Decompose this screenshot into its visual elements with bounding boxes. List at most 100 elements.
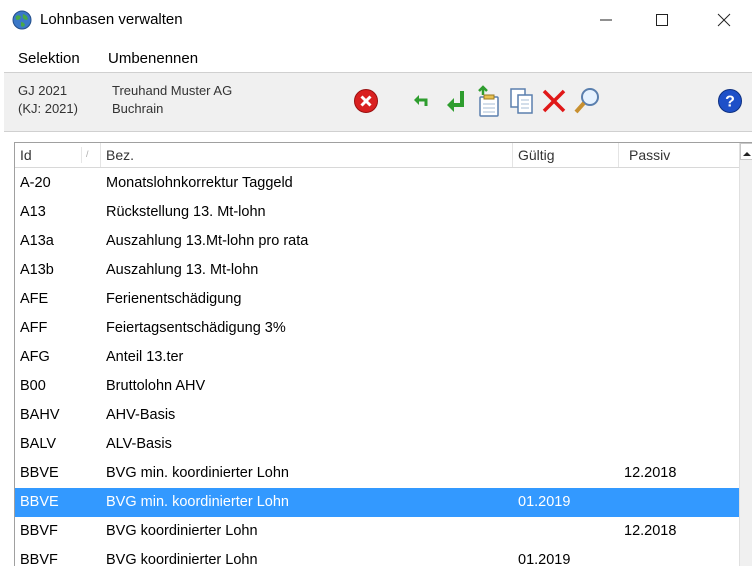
scroll-up-arrow-icon: [743, 144, 751, 160]
table-row[interactable]: BBVF BVG koordinierter Lohn 01.2019: [15, 546, 739, 566]
cell-passiv: [624, 430, 734, 459]
company-city: Buchrain: [112, 101, 164, 116]
cell-bez: ALV-Basis: [106, 436, 172, 452]
cell-gueltig: 01.2019: [518, 552, 571, 566]
vertical-scrollbar[interactable]: [739, 143, 752, 566]
cell-gueltig: [518, 430, 618, 459]
table-row[interactable]: BALV ALV-Basis: [15, 430, 739, 459]
delete-icon: [540, 87, 568, 115]
cell-passiv: [624, 488, 734, 517]
toolbar: GJ 2021 (KJ: 2021) Treuhand Muster AG Bu…: [4, 72, 752, 132]
cell-gueltig: [518, 459, 618, 488]
cancel-icon: [353, 88, 379, 114]
cell-id: AFE: [20, 291, 49, 307]
undo-icon: [410, 90, 432, 112]
maximize-button[interactable]: [634, 0, 690, 40]
help-button[interactable]: ?: [713, 83, 747, 119]
cell-passiv: [624, 314, 734, 343]
cell-bez: Auszahlung 13.Mt-lohn pro rata: [106, 233, 309, 249]
cell-id: BALV: [20, 436, 57, 452]
column-header-passiv[interactable]: Passiv: [619, 143, 739, 167]
table-row[interactable]: A13 Rückstellung 13. Mt-lohn: [15, 198, 739, 227]
cell-passiv: 12.2018: [624, 465, 677, 481]
table-row[interactable]: BBVF BVG koordinierter Lohn 12.2018: [15, 517, 739, 546]
cell-passiv: [624, 227, 734, 256]
table-row[interactable]: AFE Ferienentschädigung: [15, 285, 739, 314]
search-button[interactable]: [570, 83, 604, 119]
table-row[interactable]: BBVE BVG min. koordinierter Lohn 12.2018: [15, 459, 739, 488]
cell-bez: Auszahlung 13. Mt-lohn: [106, 262, 259, 278]
cell-gueltig: [518, 517, 618, 546]
table-row[interactable]: AFF Feiertagsentschädigung 3%: [15, 314, 739, 343]
cell-id: BBVF: [20, 523, 58, 539]
cell-bez: Ferienentschädigung: [106, 291, 242, 307]
lohnbasen-table: Id / Bez. Gültig Passiv A-20 Monatslohnko…: [14, 142, 752, 566]
title-bar: Lohnbasen verwalten: [0, 0, 752, 40]
cell-bez: BVG min. koordinierter Lohn: [106, 465, 289, 481]
cell-passiv: [624, 285, 734, 314]
svg-text:?: ?: [725, 94, 735, 111]
cell-id: A13b: [20, 262, 54, 278]
cell-gueltig: [518, 256, 618, 285]
scroll-up-button[interactable]: [740, 143, 752, 160]
window-title: Lohnbasen verwalten: [40, 11, 183, 28]
cell-gueltig: [518, 227, 618, 256]
column-header-gueltig[interactable]: Gültig: [513, 143, 619, 167]
cell-id: A13: [20, 204, 46, 220]
cell-passiv: [624, 343, 734, 372]
company-name: Treuhand Muster AG: [112, 83, 233, 98]
cell-passiv: [624, 169, 734, 198]
cell-passiv: [624, 401, 734, 430]
new-document-button[interactable]: [472, 83, 506, 119]
maximize-icon: [655, 13, 669, 27]
cell-bez: BVG min. koordinierter Lohn: [106, 494, 289, 510]
minimize-button[interactable]: [578, 0, 634, 40]
delete-button[interactable]: [537, 83, 571, 119]
menu-item-selektion[interactable]: Selektion: [18, 50, 80, 67]
minimize-icon: [599, 13, 613, 27]
close-icon: [717, 13, 731, 27]
cell-gueltig: [518, 401, 618, 430]
column-header-bez[interactable]: Bez.: [101, 143, 513, 167]
cell-bez: Anteil 13.ter: [106, 349, 184, 365]
calendar-year-label: (KJ: 2021): [18, 101, 78, 116]
cell-gueltig: [518, 343, 618, 372]
cell-id: BAHV: [20, 407, 60, 423]
cell-bez: Rückstellung 13. Mt-lohn: [106, 204, 266, 220]
search-icon: [572, 86, 602, 116]
table-row[interactable]: A13b Auszahlung 13. Mt-lohn: [15, 256, 739, 285]
cell-passiv: 12.2018: [624, 523, 677, 539]
cell-passiv: [624, 372, 734, 401]
cell-id: BBVE: [20, 494, 59, 510]
table-row[interactable]: A13a Auszahlung 13.Mt-lohn pro rata: [15, 227, 739, 256]
cell-gueltig: [518, 372, 618, 401]
fiscal-year-label: GJ 2021: [18, 83, 68, 98]
cell-bez: Monatslohnkorrektur Taggeld: [106, 175, 293, 191]
table-row[interactable]: BAHV AHV-Basis: [15, 401, 739, 430]
table-header: Id / Bez. Gültig Passiv: [15, 143, 739, 168]
help-icon: ?: [717, 88, 743, 114]
copy-icon: [507, 86, 535, 116]
enter-button[interactable]: [439, 83, 473, 119]
undo-button[interactable]: [404, 83, 438, 119]
menu-bar: Selektion Umbenennen: [0, 44, 752, 72]
cell-id: B00: [20, 378, 46, 394]
table-row[interactable]: AFG Anteil 13.ter: [15, 343, 739, 372]
cell-id: A-20: [20, 175, 51, 191]
cell-id: AFG: [20, 349, 50, 365]
cell-bez: Feiertagsentschädigung 3%: [106, 320, 286, 336]
menu-item-umbenennen[interactable]: Umbenennen: [108, 50, 198, 67]
table-body: A-20 Monatslohnkorrektur Taggeld A13 Rückst…: [15, 169, 739, 566]
cell-id: AFF: [20, 320, 48, 336]
cell-gueltig: 01.2019: [518, 494, 571, 510]
cell-gueltig: [518, 314, 618, 343]
table-row[interactable]: BBVE BVG min. koordinierter Lohn 01.2019: [15, 488, 739, 517]
copy-button[interactable]: [504, 83, 538, 119]
close-button[interactable]: [696, 0, 752, 40]
cell-gueltig: [518, 285, 618, 314]
table-row[interactable]: A-20 Monatslohnkorrektur Taggeld: [15, 169, 739, 198]
cell-passiv: [624, 546, 734, 566]
cell-gueltig: [518, 169, 618, 198]
table-row[interactable]: B00 Bruttolohn AHV: [15, 372, 739, 401]
cancel-button[interactable]: [349, 83, 383, 119]
